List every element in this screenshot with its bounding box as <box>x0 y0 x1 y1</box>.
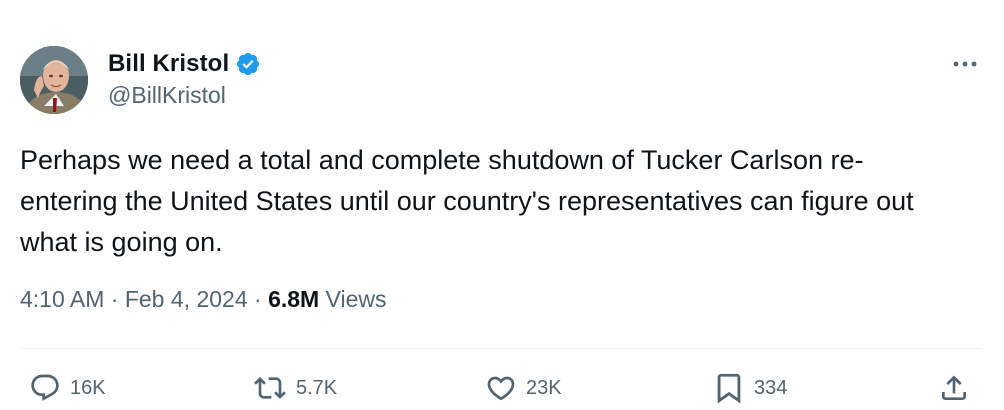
repost-count: 5.7K <box>296 376 338 399</box>
meta-separator: · <box>110 286 119 312</box>
avatar[interactable] <box>20 46 88 114</box>
more-horizontal-icon <box>952 55 978 73</box>
tweet-meta: 4:10 AM · Feb 4, 2024 · 6.8M Views <box>20 286 387 313</box>
reply-bubble-icon <box>28 372 62 404</box>
views-count[interactable]: 6.8M <box>268 286 319 312</box>
tweet-time[interactable]: 4:10 AM <box>20 286 104 312</box>
name-row: Bill Kristol <box>108 48 261 80</box>
tweet-text: Perhaps we need a total and complete shu… <box>20 145 914 257</box>
repost-button[interactable]: 5.7K <box>252 370 337 406</box>
action-bar: 16K 5.7K 23K 334 <box>20 370 982 406</box>
like-button[interactable]: 23K <box>484 370 562 406</box>
bookmark-button[interactable]: 334 <box>712 370 787 406</box>
views-label: Views <box>325 286 387 312</box>
repost-arrows-icon <box>252 372 288 404</box>
author-block: Bill Kristol @BillKristol <box>108 48 261 109</box>
display-name[interactable]: Bill Kristol <box>108 50 229 78</box>
avatar-photo <box>20 46 88 114</box>
share-button[interactable] <box>938 370 970 406</box>
like-count: 23K <box>526 376 562 399</box>
more-options-button[interactable] <box>948 52 982 76</box>
divider <box>20 348 982 349</box>
bookmark-icon <box>712 371 746 405</box>
user-handle[interactable]: @BillKristol <box>108 82 261 109</box>
share-upload-icon <box>938 372 970 404</box>
verified-badge-icon[interactable] <box>235 51 261 77</box>
meta-separator: · <box>254 286 262 312</box>
reply-button[interactable]: 16K <box>28 370 106 406</box>
reply-count: 16K <box>70 376 106 399</box>
tweet-card: Bill Kristol @BillKristol Perhaps we nee… <box>0 0 1004 410</box>
heart-icon <box>484 372 518 404</box>
tweet-date[interactable]: Feb 4, 2024 <box>125 286 248 312</box>
bookmark-count: 334 <box>754 376 788 399</box>
